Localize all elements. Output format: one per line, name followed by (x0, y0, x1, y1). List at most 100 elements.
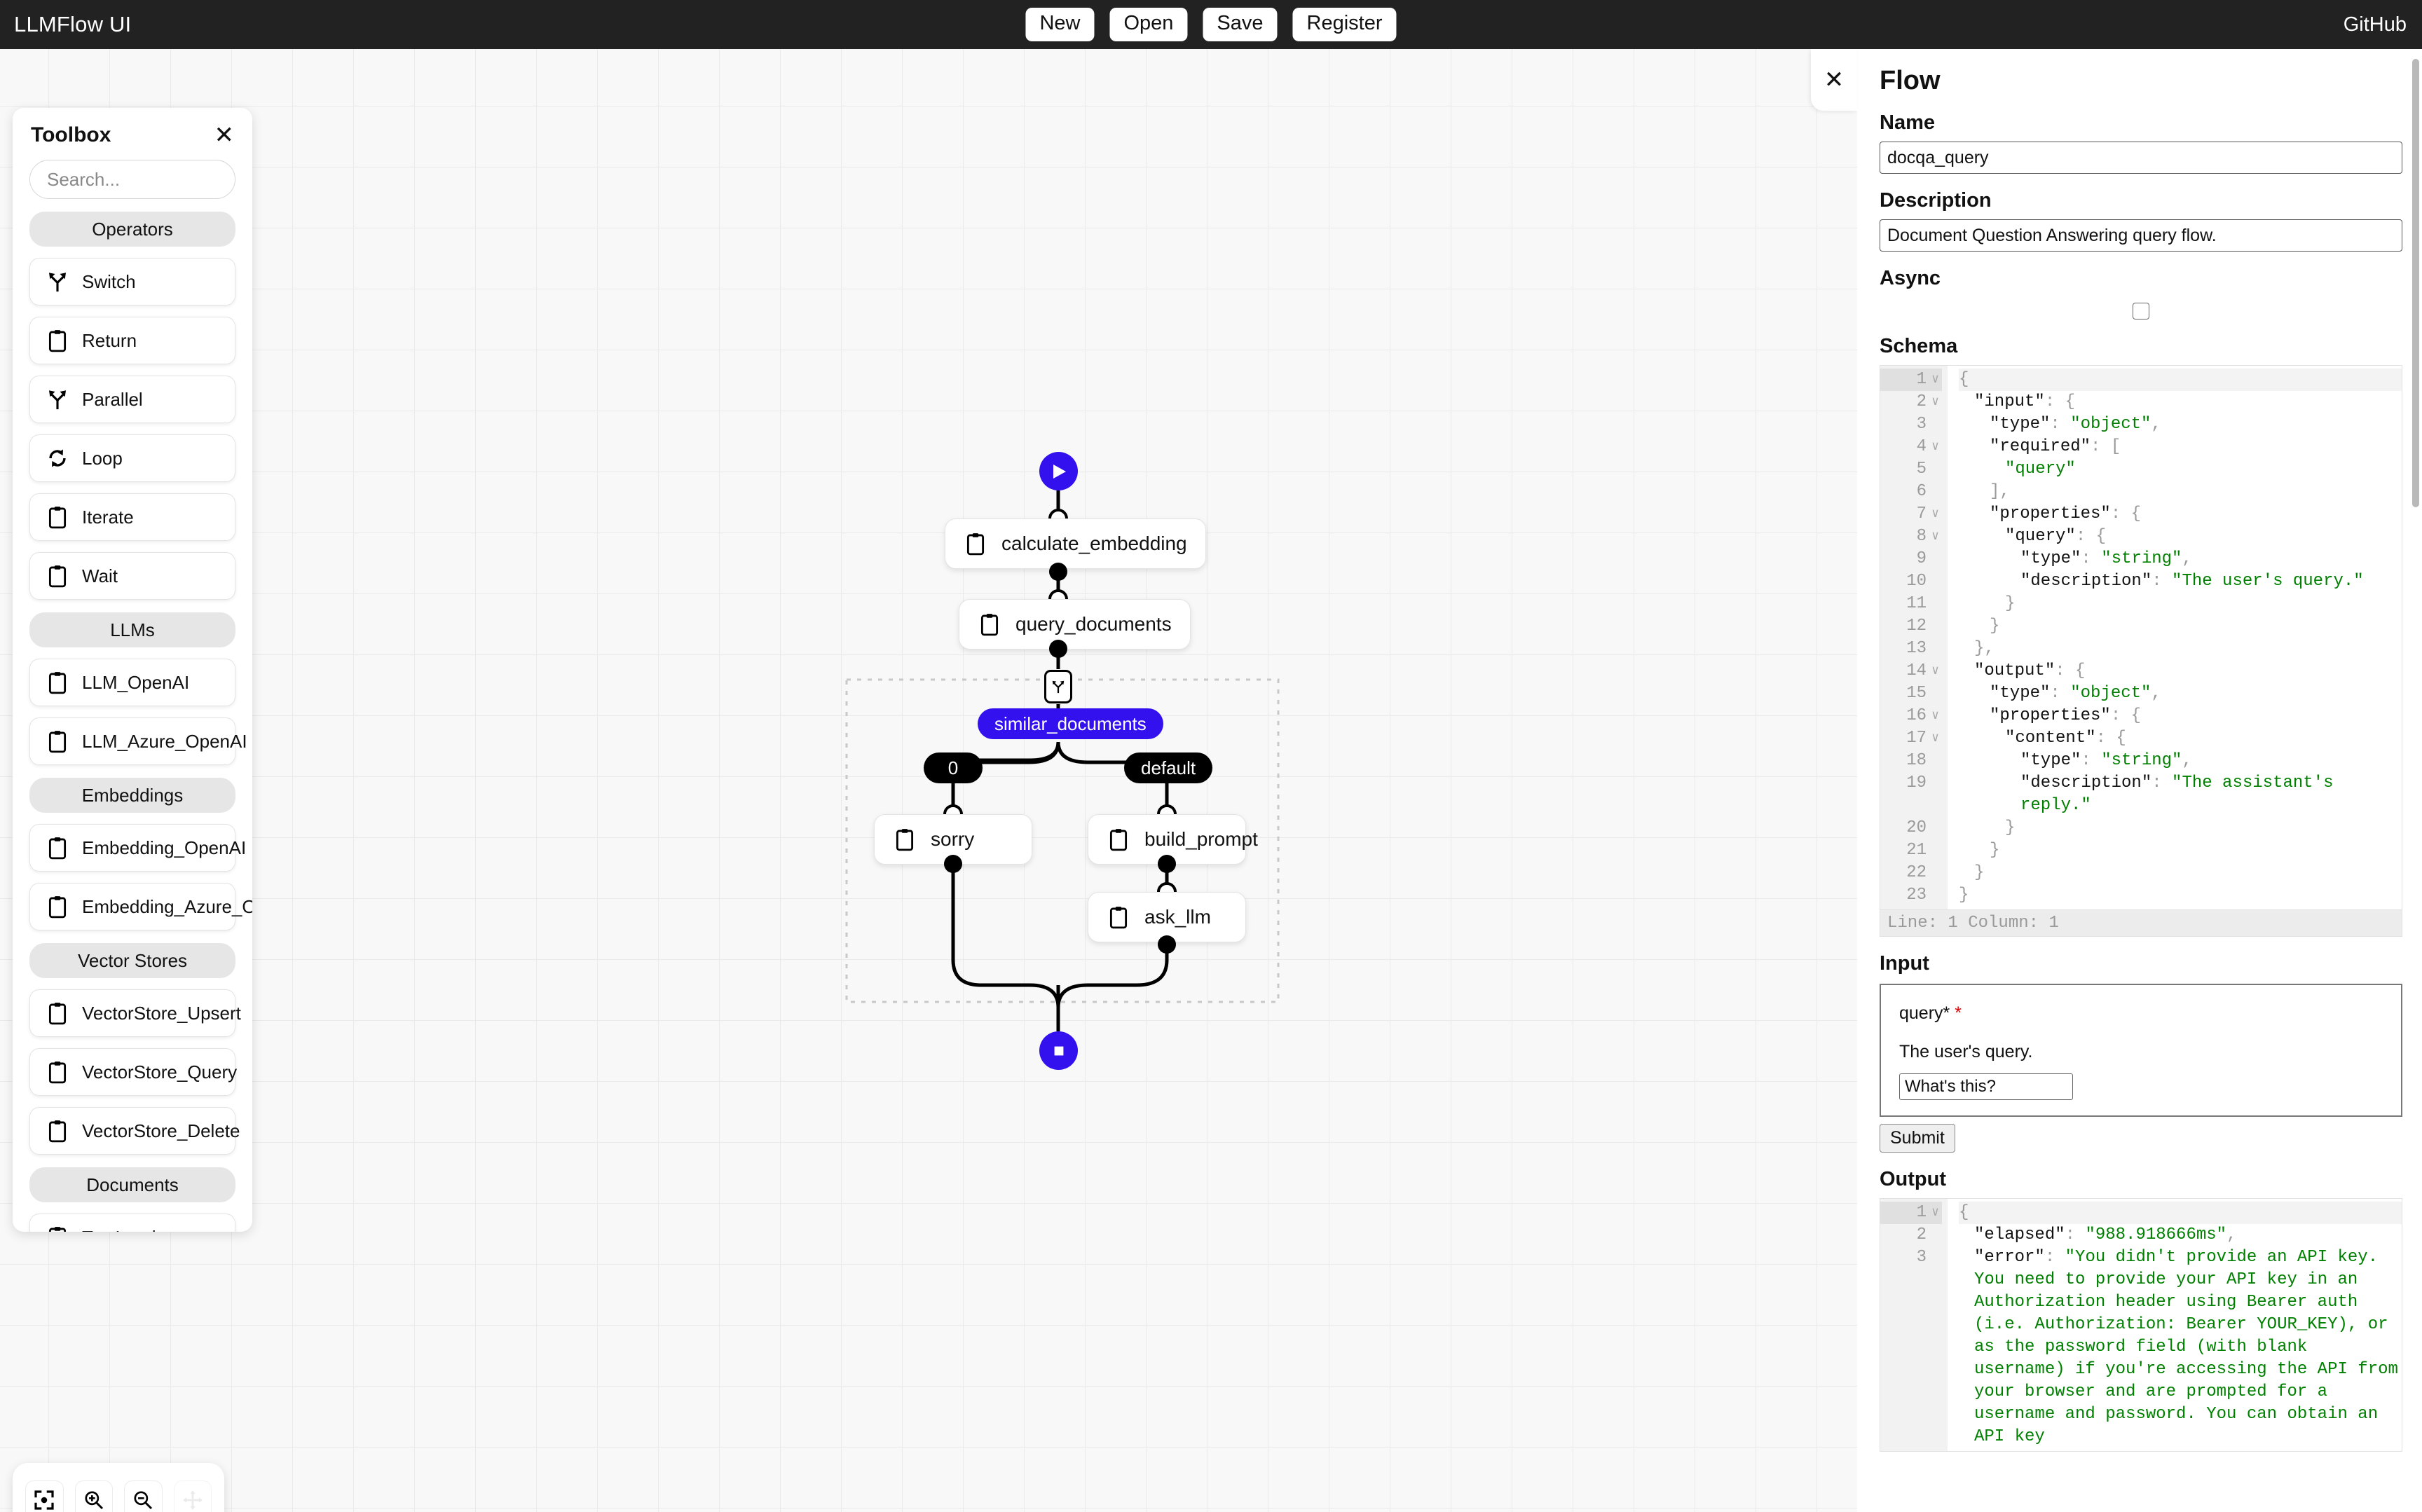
code-line: } (1959, 862, 2402, 884)
input-field-key: query* * (1899, 1003, 2383, 1024)
code-line: } (1959, 817, 2402, 839)
flow-node-query-documents[interactable]: query_documents (959, 599, 1191, 650)
switch-node[interactable] (1044, 670, 1072, 703)
flow-node-label: query_documents (1015, 613, 1172, 635)
toolbox-item-label: Parallel (82, 389, 143, 411)
zoom-out-icon (132, 1489, 154, 1511)
async-row (1880, 303, 2402, 319)
panel-close-icon[interactable]: ✕ (1811, 49, 1857, 111)
github-link[interactable]: GitHub (2344, 13, 2407, 36)
schema-code-editor[interactable]: 1∨2∨34∨567∨8∨91011121314∨1516∨17∨1819202… (1880, 365, 2402, 910)
name-label: Name (1880, 111, 2402, 135)
flow-node-label: ask_llm (1144, 906, 1211, 928)
flow-node-label: build_prompt (1144, 828, 1258, 851)
toolbox-panel: Toolbox ✕ Operators Switch (13, 108, 252, 1232)
clipboard-icon (46, 729, 69, 753)
toolbox-item-wait[interactable]: Wait (29, 552, 235, 600)
toolbox-item-parallel[interactable]: Parallel (29, 376, 235, 423)
chevron-down-icon[interactable]: ∨ (1931, 525, 1939, 548)
switch-label-similar-documents[interactable]: similar_documents (978, 708, 1163, 739)
node-output-port[interactable] (1158, 855, 1176, 873)
open-button[interactable]: Open (1109, 8, 1187, 41)
branch-label-default[interactable]: default (1124, 752, 1212, 783)
toolbox-item-label: TextLoader (82, 1227, 172, 1232)
chevron-down-icon[interactable]: ∨ (1931, 705, 1939, 727)
chevron-down-icon[interactable]: ∨ (1931, 369, 1939, 391)
start-node[interactable] (1039, 452, 1078, 490)
output-code-area[interactable]: {"elapsed": "988.918666ms","error": "You… (1948, 1199, 2402, 1451)
node-output-port[interactable] (1049, 640, 1067, 658)
save-button[interactable]: Save (1203, 8, 1277, 41)
async-label: Async (1880, 267, 2402, 290)
toolbox-title: Toolbox (31, 123, 111, 147)
schema-label: Schema (1880, 335, 2402, 358)
branch-label-0[interactable]: 0 (924, 752, 983, 783)
toolbox-item-llm-openai[interactable]: LLM_OpenAI (29, 659, 235, 706)
line-number: 20 (1880, 817, 1942, 839)
new-button[interactable]: New (1025, 8, 1094, 41)
flow-description-input[interactable] (1880, 219, 2402, 252)
fit-view-button[interactable] (25, 1480, 64, 1512)
line-number: 8∨ (1880, 525, 1942, 548)
end-node[interactable] (1039, 1031, 1078, 1070)
chevron-down-icon[interactable]: ∨ (1931, 503, 1939, 525)
toolbox-item-label: VectorStore_Delete (82, 1120, 240, 1142)
code-line: "query": { (1959, 525, 2402, 548)
chevron-down-icon[interactable]: ∨ (1931, 391, 1939, 413)
line-number: 15 (1880, 682, 1942, 705)
zoom-in-icon (83, 1489, 105, 1511)
close-icon[interactable]: ✕ (214, 123, 235, 147)
node-output-port[interactable] (1158, 935, 1176, 954)
chevron-down-icon[interactable]: ∨ (1931, 660, 1939, 682)
branch-label-text: 0 (948, 757, 958, 779)
line-number: 1∨ (1880, 1202, 1942, 1224)
clipboard-icon (1107, 827, 1130, 851)
chevron-down-icon[interactable]: ∨ (1931, 727, 1939, 750)
zoom-out-button[interactable] (124, 1480, 163, 1512)
toolbox-group-embeddings: Embeddings (29, 778, 235, 813)
schema-code-area[interactable]: {"input": {"type": "object","required": … (1948, 366, 2402, 909)
submit-button[interactable]: Submit (1880, 1124, 1955, 1153)
node-output-port[interactable] (944, 855, 962, 873)
toolbox-item-iterate[interactable]: Iterate (29, 493, 235, 541)
toolbox-item-llm-azure-openai[interactable]: LLM_Azure_OpenAI (29, 717, 235, 765)
line-number: 7∨ (1880, 503, 1942, 525)
line-number: 3 (1880, 413, 1942, 436)
toolbox-item-loop[interactable]: Loop (29, 434, 235, 482)
toolbox-item-vectorstore-upsert[interactable]: VectorStore_Upsert (29, 989, 235, 1037)
toolbox-item-label: Iterate (82, 507, 134, 528)
line-number: 16∨ (1880, 705, 1942, 727)
flow-node-calculate-embedding[interactable]: calculate_embedding (945, 518, 1206, 569)
chevron-down-icon[interactable]: ∨ (1931, 436, 1939, 458)
toolbox-item-embedding-azure-openai[interactable]: Embedding_Azure_OpenAI (29, 883, 235, 930)
toolbox-item-label: VectorStore_Query (82, 1061, 237, 1083)
register-button[interactable]: Register (1293, 8, 1397, 41)
async-checkbox[interactable] (2133, 303, 2149, 319)
toolbox-item-textloader[interactable]: TextLoader (29, 1214, 235, 1232)
clipboard-icon (1107, 905, 1130, 929)
line-number: 12 (1880, 615, 1942, 638)
toolbox-item-embedding-openai[interactable]: Embedding_OpenAI (29, 824, 235, 872)
zoom-in-button[interactable] (75, 1480, 114, 1512)
toolbox-item-switch[interactable]: Switch (29, 258, 235, 305)
panel-scrollbar[interactable] (2412, 59, 2419, 507)
clipboard-icon (46, 1119, 69, 1143)
output-code-editor[interactable]: 1∨23 {"elapsed": "988.918666ms","error":… (1880, 1198, 2402, 1452)
chevron-down-icon[interactable]: ∨ (1931, 1202, 1939, 1224)
clipboard-icon (46, 671, 69, 694)
code-line: "description": "The user's query." (1959, 570, 2402, 593)
flow-name-input[interactable] (1880, 142, 2402, 174)
line-number: 14∨ (1880, 660, 1942, 682)
code-line: "description": "The assistant's reply." (1959, 772, 2402, 817)
search-input[interactable] (29, 160, 235, 199)
switch-label-text: similar_documents (994, 713, 1147, 735)
query-input[interactable] (1899, 1073, 2073, 1100)
toolbox-item-vectorstore-query[interactable]: VectorStore_Query (29, 1048, 235, 1096)
toolbox-item-vectorstore-delete[interactable]: VectorStore_Delete (29, 1107, 235, 1155)
toolbox-item-return[interactable]: Return (29, 317, 235, 364)
code-line: "query" (1959, 458, 2402, 481)
clipboard-icon (46, 1225, 69, 1232)
node-output-port[interactable] (1049, 563, 1067, 581)
input-label: Input (1880, 952, 2402, 975)
line-number: 2 (1880, 1224, 1942, 1246)
